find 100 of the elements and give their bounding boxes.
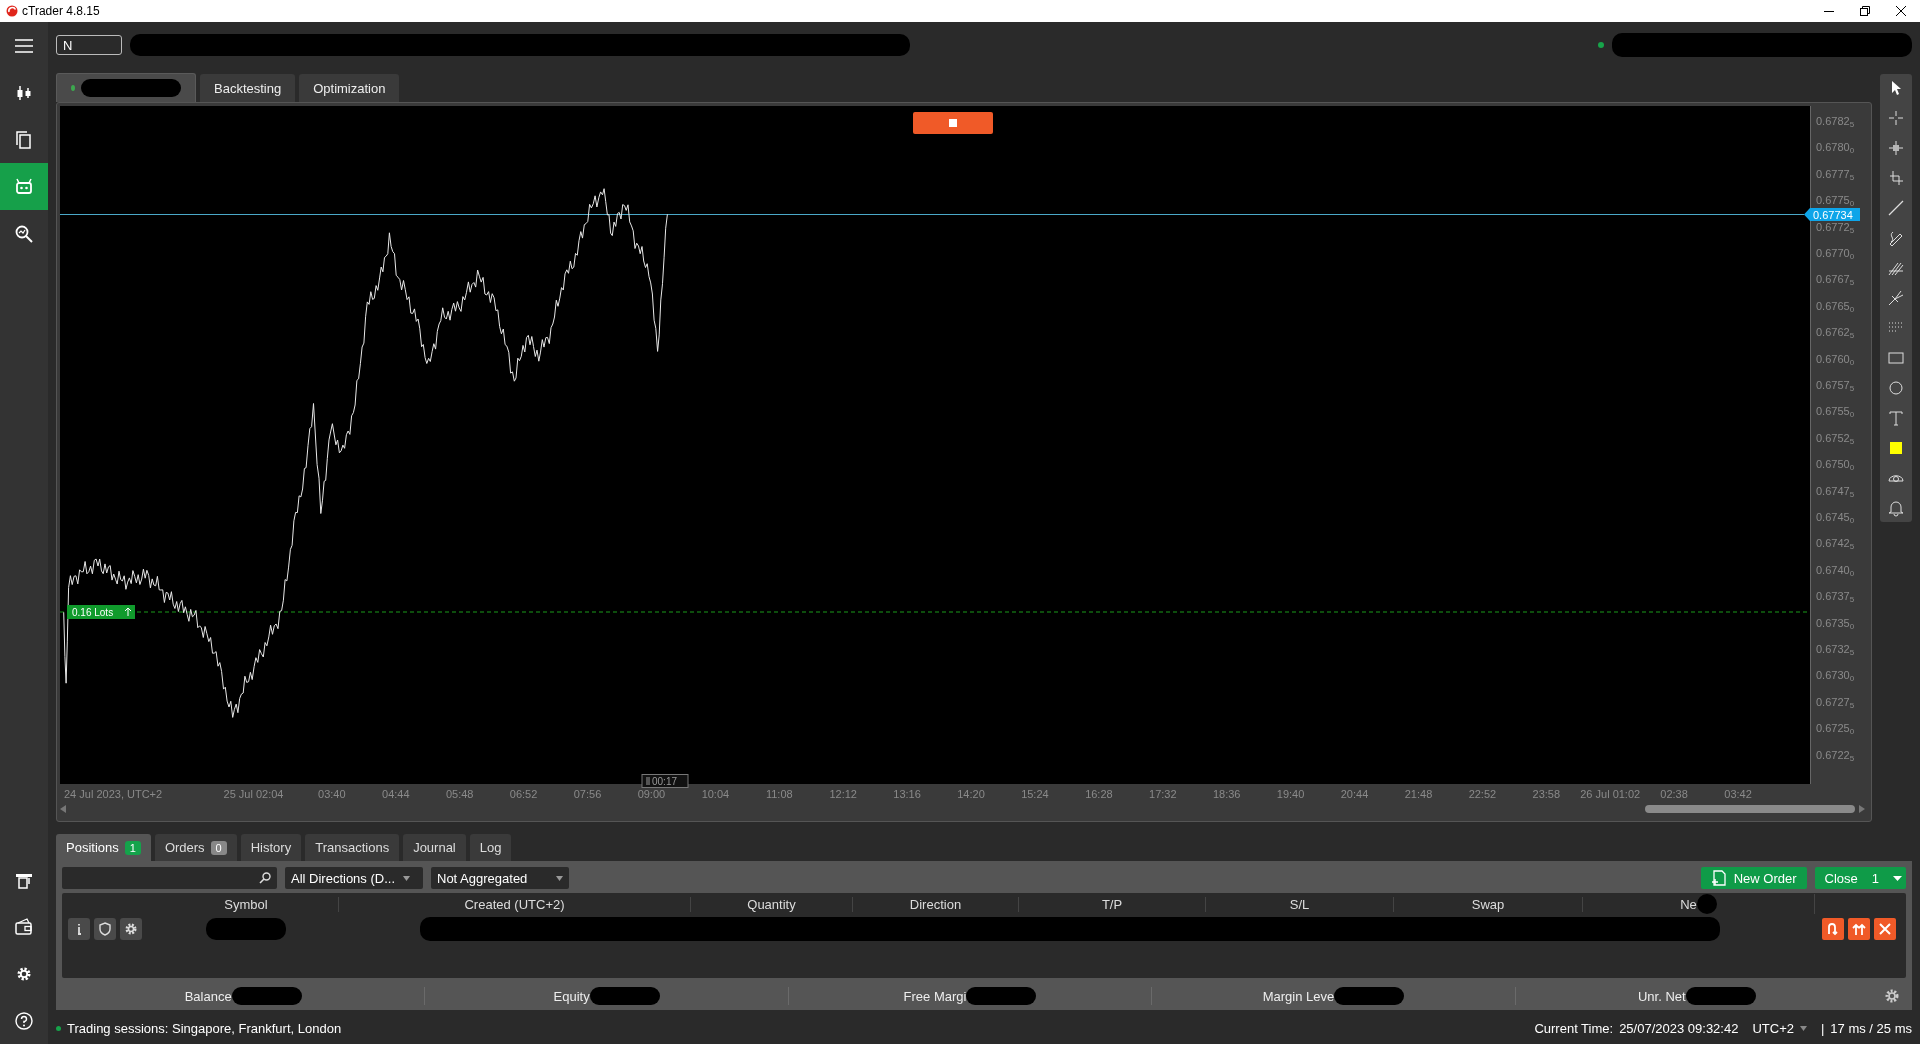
crosshair-icon[interactable] [1886,108,1906,128]
timezone-selector[interactable]: UTC+2 [1752,1020,1794,1036]
panel-tab[interactable]: Positions 1 [56,834,151,861]
price-tick: 0.6752$_{5}$ [1816,431,1855,446]
scrollbar-thumb[interactable] [1645,805,1855,813]
window-title: cTrader 4.8.15 [22,4,100,18]
price-tick: 0.6745$_{0}$ [1816,511,1855,525]
summary-label: Margin Leve [1262,988,1335,1004]
time-label: 24 Jul 2023, UTC+2 [64,788,163,800]
price-tick: 0.6767$_{5}$ [1816,273,1855,288]
price-tick: 0.6742$_{5}$ [1816,537,1855,552]
chart-tab[interactable]: Optimization [299,74,400,102]
current-time: 25/07/2023 09:32:42 [1619,1020,1739,1036]
panel-tab[interactable]: Log [469,834,512,861]
text-tool-icon[interactable] [1886,408,1906,428]
close-icon [1877,921,1893,937]
reverse-icon [1825,921,1841,937]
time-label: 17:32 [1149,788,1177,800]
time-label: 02:38 [1660,788,1688,800]
time-label: 19:40 [1276,788,1305,800]
caret-icon [556,875,563,881]
stop-button[interactable] [913,112,993,134]
time-label: 12:12 [829,788,857,800]
crosshair-icon[interactable] [1886,138,1906,158]
search-icon [259,872,271,884]
menu-icon[interactable] [14,37,34,54]
restore-icon[interactable] [1860,6,1870,16]
panel-tab[interactable]: History [240,834,302,861]
aggregation-dropdown[interactable]: Not Aggregated [431,867,569,889]
count-badge: 1 [124,840,141,855]
time-label: 15:24 [1021,788,1049,800]
info-button[interactable] [68,918,90,940]
price-tick: 0.6782$_{5}$ [1816,115,1855,129]
price-tick: 0.6760$_{0}$ [1816,352,1855,367]
time-label: 21:48 [1404,788,1433,800]
redaction-mark [589,987,660,1005]
pitchfork-icon[interactable] [1886,288,1906,308]
price-tick: 0.6755$_{0}$ [1816,405,1855,420]
wallet-icon[interactable] [14,916,34,937]
double-up-button[interactable] [1848,918,1870,940]
shield-button[interactable] [94,918,116,940]
candle-timer: 00:17 [641,774,689,788]
close-positions-button[interactable]: Close 1 [1814,867,1906,889]
price-tick: 0.6727$_{5}$ [1816,695,1855,710]
price-tick: 0.6730$_{0}$ [1816,669,1855,684]
column-header[interactable]: Direction [909,896,962,912]
summary-label: Unr. Net [1638,988,1686,1004]
settings-button[interactable] [120,918,142,940]
settings-icon [124,921,138,937]
circle-icon[interactable] [1886,378,1906,398]
close-icon[interactable] [1896,6,1906,16]
column-header[interactable]: S/L [1289,896,1310,912]
column-header[interactable]: Ne [1680,896,1697,912]
column-header[interactable]: Quantity [747,896,796,912]
magnifier-chart-icon [14,223,34,244]
symbol-field[interactable]: N [56,35,122,55]
chart-tab[interactable] [56,73,196,102]
redaction-mark [1685,987,1756,1005]
chart-tab[interactable]: Backtesting [200,74,296,102]
time-label: 23:58 [1532,788,1561,800]
line-tool-icon[interactable] [1886,198,1906,218]
caret-icon [403,875,411,881]
scroll-right-icon[interactable] [1859,805,1865,813]
trading-sessions: Trading sessions: Singapore, Frankfurt, London [67,1020,342,1036]
time-label: Current Time: [1534,1020,1614,1036]
latency-text: 17 ms / 25 ms [1830,1020,1912,1036]
search-field[interactable] [62,867,277,889]
app-logo-icon [6,5,18,17]
price-tick: 0.6725$_{0}$ [1816,722,1855,737]
time-label: 09:00 [637,788,666,800]
time-label: 14:20 [957,788,985,800]
column-header[interactable]: Created (UTC+2) [464,896,565,912]
new-order-button[interactable]: New Order [1700,867,1807,889]
close-position-button[interactable] [1874,918,1896,940]
time-label: 07:56 [573,788,602,800]
bell-icon[interactable] [1886,498,1906,518]
column-header[interactable]: Swap [1471,896,1505,912]
time-label: 25 Jul 02:04 [223,788,284,800]
column-header[interactable]: Symbol [224,896,268,912]
time-label: 03:42 [1724,788,1752,800]
scroll-left-icon[interactable] [60,805,66,813]
double-up-icon [1851,921,1867,937]
time-label: 11:08 [765,788,793,800]
price-tick: 0.6737$_{5}$ [1816,590,1855,605]
direction-dropdown[interactable]: All Directions (D... [285,867,423,889]
time-label: 18:36 [1212,788,1241,800]
column-header[interactable]: T/P [1101,896,1123,912]
position-label[interactable]: 0.16 Lots [67,605,135,619]
reverse-button[interactable] [1822,918,1844,940]
summary-label: Free Margi [903,988,967,1004]
help-icon[interactable] [14,1010,34,1031]
price-tick: 0.6765$_{0}$ [1816,299,1855,314]
panel-tab[interactable]: Transactions [305,834,400,861]
caret-icon[interactable] [1799,1025,1807,1031]
price-tick: 0.6757$_{5}$ [1816,379,1855,393]
panel-tab[interactable]: Journal [403,834,466,861]
price-tick: 0.6750$_{0}$ [1816,458,1855,473]
time-label: 16:28 [1085,788,1113,800]
price-tick: 0.6772$_{5}$ [1816,220,1855,235]
panel-tab[interactable]: Orders 0 [154,834,237,861]
